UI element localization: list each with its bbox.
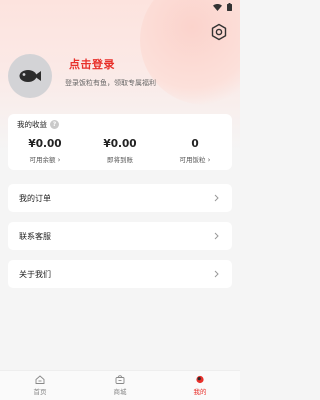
stat-available-balance[interactable]: ¥0.00 可用余额 › — [8, 138, 82, 164]
stat-label: 即将到账 — [107, 156, 133, 164]
battery-icon — [227, 3, 232, 11]
tab-label: 商城 — [113, 388, 127, 396]
home-icon — [35, 375, 45, 384]
stat-value: ¥0.00 — [28, 138, 62, 150]
bottom-tab-bar: 首页 商城 我的 — [0, 370, 240, 400]
login-subtitle: 登录饭粒有鱼，领取专属福利 — [65, 79, 156, 87]
login-link[interactable]: 点击登录 — [69, 56, 115, 72]
stat-pending: ¥0.00 即将到账 — [83, 138, 157, 164]
menu-item-orders[interactable]: 我的订单 — [8, 184, 232, 212]
status-bar — [0, 0, 240, 14]
earnings-card: 我的收益 ? ¥0.00 可用余额 › ¥0.00 即将到账 0 可用饭粒 › — [8, 114, 232, 170]
wifi-icon — [213, 3, 222, 11]
tab-label: 我的 — [193, 388, 207, 396]
menu-item-about[interactable]: 关于我们 — [8, 260, 232, 288]
menu-item-support[interactable]: 联系客服 — [8, 222, 232, 250]
chevron-right-icon — [214, 232, 221, 240]
stat-label: 可用饭粒 › — [179, 156, 211, 164]
tab-label: 首页 — [33, 388, 47, 396]
chevron-right-icon — [214, 194, 221, 202]
tab-home[interactable]: 首页 — [0, 371, 80, 400]
decorative-blob — [140, 0, 240, 105]
earnings-header: 我的收益 ? — [17, 119, 59, 130]
settings-button[interactable] — [209, 22, 229, 42]
shop-bag-icon — [115, 375, 125, 384]
profile-dot-icon — [196, 375, 204, 384]
stat-label: 可用余额 › — [29, 156, 61, 164]
tab-shop[interactable]: 商城 — [80, 371, 160, 400]
help-icon[interactable]: ? — [50, 120, 59, 129]
settings-hexagon-icon — [211, 23, 227, 41]
avatar[interactable] — [8, 54, 52, 98]
menu-item-label: 关于我们 — [19, 269, 51, 279]
fish-icon — [19, 70, 41, 82]
menu-item-label: 联系客服 — [19, 231, 51, 241]
stat-available-points[interactable]: 0 可用饭粒 › — [158, 138, 232, 164]
stat-value: ¥0.00 — [103, 138, 137, 150]
menu-item-label: 我的订单 — [19, 193, 51, 203]
chevron-right-icon: › — [57, 156, 61, 164]
chevron-right-icon: › — [207, 156, 211, 164]
earnings-title: 我的收益 — [17, 120, 47, 129]
chevron-right-icon — [214, 270, 221, 278]
stat-value: 0 — [191, 138, 199, 150]
tab-profile[interactable]: 我的 — [160, 371, 240, 400]
